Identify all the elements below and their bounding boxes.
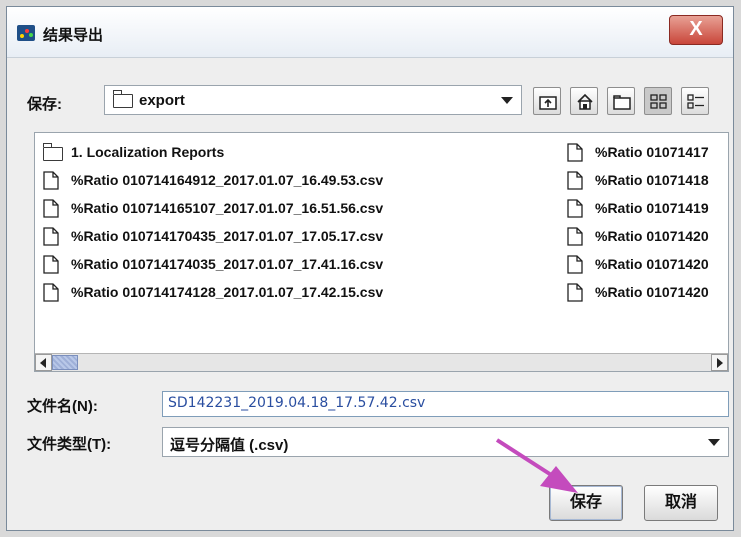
- annotation-arrow: [495, 438, 578, 493]
